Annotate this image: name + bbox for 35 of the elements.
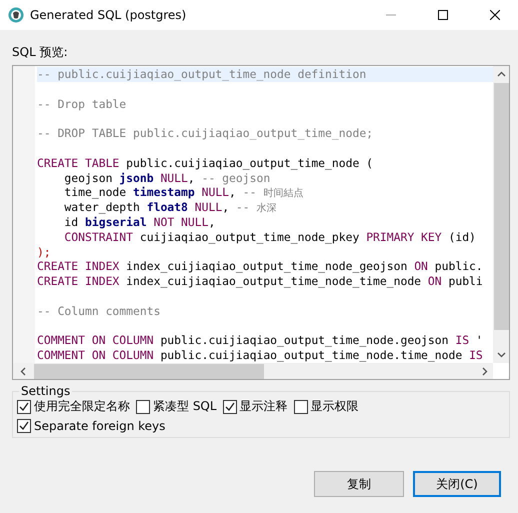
code-line: -- Drop table: [37, 96, 128, 112]
app-logo-icon: [8, 7, 24, 23]
checkbox[interactable]: [136, 400, 150, 414]
code-line: CREATE INDEX index_cuijiaqiao_output_time_node_geojson ON public.: [37, 259, 484, 274]
checkbox[interactable]: [17, 400, 31, 414]
code-line: CONSTRAINT cuijiaqiao_output_time_node_pkey PRIMARY KEY (id): [63, 230, 477, 245]
sql-editor[interactable]: [12, 65, 510, 380]
checkbox[interactable]: [294, 400, 308, 414]
code-line: CREATE TABLE public.cuijiaqiao_output_time_node (: [37, 156, 374, 171]
checkbox[interactable]: [17, 419, 31, 433]
code-line: time_node timestamp NULL, -- 时间結点: [63, 185, 304, 200]
maximize-icon[interactable]: [438, 10, 448, 20]
preview-label: SQL 预览:: [12, 44, 69, 61]
code-line: geojson jsonb NULL, -- geojson: [63, 170, 272, 186]
code-line: -- Column comments: [37, 304, 162, 319]
checkbox-option[interactable]: 使用完全限定名称: [17, 398, 130, 415]
horizontal-scrollbar[interactable]: [13, 363, 493, 379]
dialog-button[interactable]: 关闭(C): [413, 471, 501, 497]
code-line: COMMENT ON COLUMN public.cuijiaqiao_output_time_node.time_node IS: [37, 348, 484, 363]
settings-title: Settings: [20, 384, 72, 398]
code-line: COMMENT ON COLUMN public.cuijiaqiao_output_time_node.geojson IS ': [37, 333, 484, 348]
code-line: water_depth float8 NULL, -- 水深: [63, 200, 278, 215]
checkbox-option[interactable]: 显示注释: [222, 398, 288, 415]
checkbox-option[interactable]: Separate foreign keys: [17, 419, 166, 433]
code-line: id bigserial NOT NULL,: [63, 214, 216, 230]
code-line: );: [37, 244, 52, 260]
code-line: -- DROP TABLE public.cuijiaqiao_output_time_node;: [37, 126, 374, 141]
code-line: CREATE INDEX index_cuijiaqiao_output_time_node_time_node ON publi: [37, 274, 484, 289]
close-icon[interactable]: [490, 10, 500, 20]
window-title: Generated SQL (postgres): [30, 8, 188, 22]
dialog-button[interactable]: 复制: [314, 471, 404, 497]
checkbox-option[interactable]: 紧凑型 SQL: [136, 398, 217, 415]
checkbox-option[interactable]: 显示权限: [294, 398, 359, 415]
vertical-scrollbar[interactable]: [493, 66, 509, 363]
checkbox[interactable]: [222, 400, 237, 414]
